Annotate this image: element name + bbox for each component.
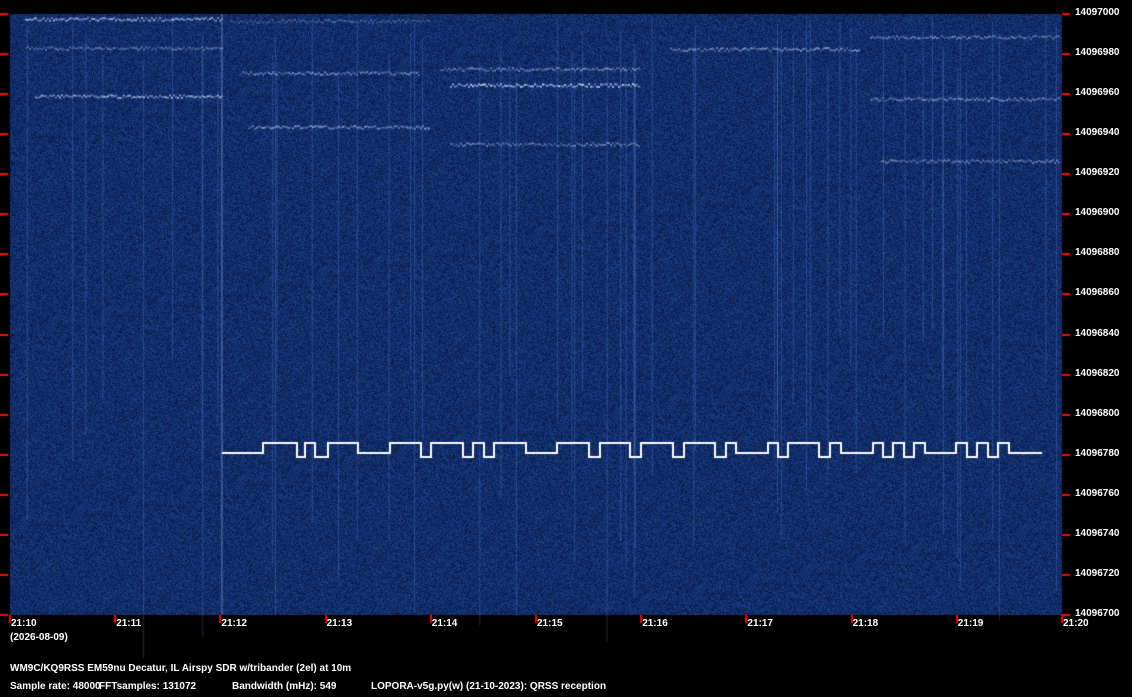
- time-label: 21:12: [221, 618, 247, 629]
- fft-samples: FFTsamples: 131072: [99, 681, 197, 692]
- frequency-label: 14096820: [1075, 367, 1120, 379]
- time-label: 21:15: [537, 618, 563, 629]
- time-label: 21:10: [11, 618, 37, 629]
- time-label: 21:16: [642, 618, 668, 629]
- time-label: 21:14: [431, 618, 458, 629]
- frequency-label: 14096960: [1075, 87, 1120, 99]
- waterfall-spectrogram: [0, 0, 1132, 697]
- frequency-label: 14097000: [1075, 7, 1120, 18]
- frequency-label: 14096740: [1075, 527, 1120, 539]
- frequency-label: 14096780: [1075, 447, 1120, 459]
- frequency-label: 14096720: [1075, 567, 1120, 579]
- software-version: LOPORA-v5g.py(w) (21-10-2023): QRSS rece…: [371, 681, 607, 692]
- sample-rate: Sample rate: 48000: [10, 681, 101, 692]
- frequency-label: 14096980: [1075, 47, 1120, 59]
- time-label: 21:19: [957, 618, 984, 629]
- parameters-line: Sample rate: 48000FFTsamples: 131072 Band…: [10, 681, 606, 692]
- frequency-label: 14096900: [1075, 207, 1120, 219]
- date-label: (2026-08-09): [10, 632, 68, 643]
- time-label: 21:11: [116, 618, 142, 629]
- frequency-label: 14096880: [1075, 247, 1120, 259]
- time-label: 21:13: [326, 618, 353, 629]
- bandwidth: Bandwidth (mHz): 549: [232, 681, 337, 692]
- frequency-label: 14096840: [1075, 327, 1120, 339]
- frequency-label: 14096800: [1075, 407, 1120, 419]
- frequency-label: 14096760: [1075, 487, 1120, 499]
- frequency-label: 14096940: [1075, 127, 1120, 139]
- station-info: WM9C/KQ9RSS EM59nu Decatur, IL Airspy SD…: [10, 663, 352, 674]
- frequency-label: 14096920: [1075, 167, 1120, 179]
- time-label: 21:18: [852, 618, 879, 629]
- frequency-label: 14096860: [1075, 287, 1120, 299]
- time-label: 21:20: [1063, 618, 1089, 629]
- time-label: 21:17: [747, 618, 773, 629]
